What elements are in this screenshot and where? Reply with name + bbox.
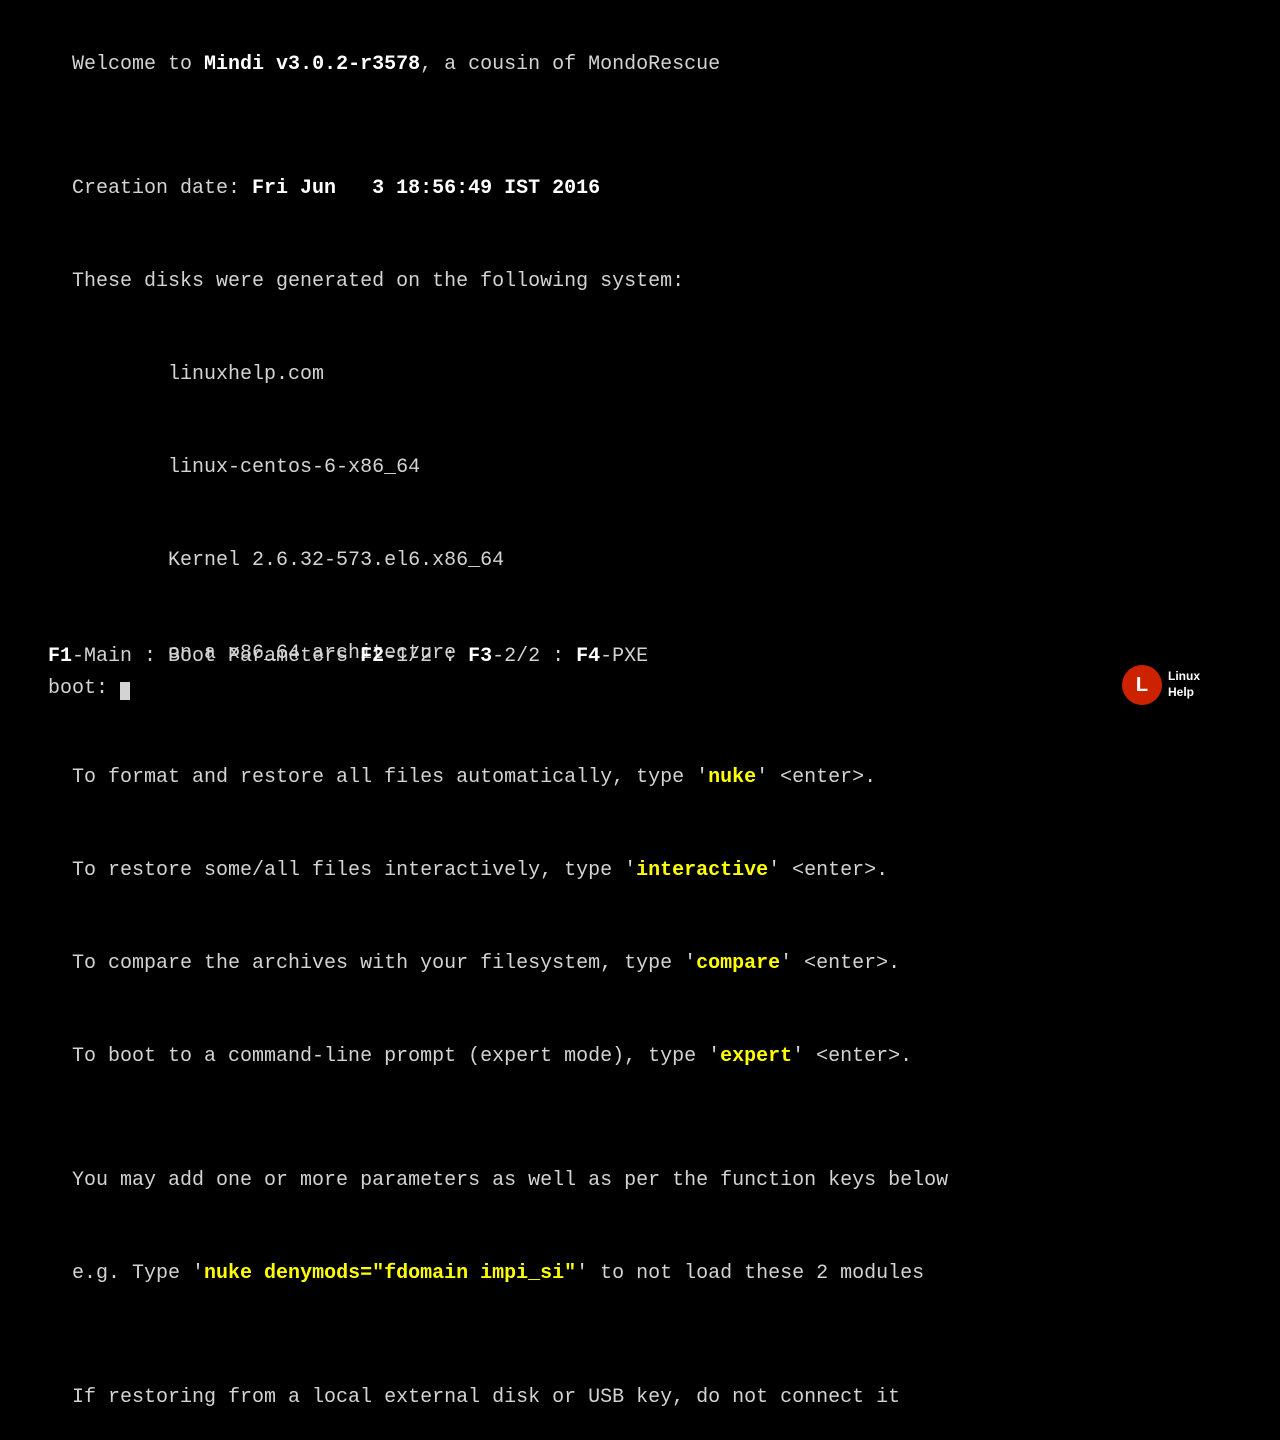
sysinfo-hostname: linux-centos-6-x86_64 bbox=[24, 421, 1256, 514]
svg-text:Linux: Linux bbox=[1168, 669, 1200, 683]
blank-line-1 bbox=[24, 111, 1256, 142]
disks-text: These disks were generated on the follow… bbox=[72, 270, 684, 293]
params-line-1: You may add one or more parameters as we… bbox=[24, 1134, 1256, 1227]
cursor bbox=[120, 682, 130, 700]
blank-line-4 bbox=[24, 1320, 1256, 1351]
f3-label: -2/2 : bbox=[492, 645, 576, 668]
mindi-version: Mindi v3.0.2-r3578 bbox=[204, 53, 420, 76]
blank-line-2 bbox=[24, 700, 1256, 731]
creation-date-line: Creation date: Fri Jun 3 18:56:49 IST 20… bbox=[24, 142, 1256, 235]
sysinfo-kernel: Kernel 2.6.32-573.el6.x86_64 bbox=[24, 514, 1256, 607]
expert-keyword: expert bbox=[720, 1045, 792, 1068]
f4-label: -PXE bbox=[600, 645, 648, 668]
welcome-text-suffix: , a cousin of MondoRescue bbox=[420, 53, 720, 76]
compare-keyword: compare bbox=[696, 952, 780, 975]
cmd-interactive-line: To restore some/all files interactively,… bbox=[24, 824, 1256, 917]
cmd-expert-line: To boot to a command-line prompt (expert… bbox=[24, 1010, 1256, 1103]
blank-line-3 bbox=[24, 1103, 1256, 1134]
nuke-example: nuke denymods="fdomain impi_si" bbox=[204, 1262, 576, 1285]
sysinfo-host: linuxhelp.com bbox=[24, 328, 1256, 421]
creation-value: Fri Jun 3 18:56:49 IST 2016 bbox=[252, 177, 600, 200]
svg-text:Help: Help bbox=[1168, 685, 1194, 699]
svg-text:L: L bbox=[1136, 674, 1148, 696]
welcome-line: Welcome to Mindi v3.0.2-r3578, a cousin … bbox=[24, 18, 1256, 111]
f4-key: F4 bbox=[576, 645, 600, 668]
nuke-keyword: nuke bbox=[708, 766, 756, 789]
cmd-compare-line: To compare the archives with your filesy… bbox=[24, 917, 1256, 1010]
cmd-nuke-line: To format and restore all files automati… bbox=[24, 731, 1256, 824]
interactive-keyword: interactive bbox=[636, 859, 768, 882]
f2-key: F2 bbox=[360, 645, 384, 668]
terminal-screen: Welcome to Mindi v3.0.2-r3578, a cousin … bbox=[0, 0, 1280, 1440]
f2-label: -1/2 : bbox=[384, 645, 468, 668]
creation-label: Creation date: bbox=[72, 177, 252, 200]
boot-prompt-label: boot: bbox=[48, 677, 120, 700]
f3-key: F3 bbox=[468, 645, 492, 668]
welcome-text-prefix: Welcome to bbox=[72, 53, 204, 76]
boot-prompt[interactable]: boot: bbox=[24, 654, 130, 700]
linuxhelp-logo: L Linux Help bbox=[1120, 660, 1260, 710]
params-line-2: e.g. Type 'nuke denymods="fdomain impi_s… bbox=[24, 1227, 1256, 1320]
usb-line-1: If restoring from a local external disk … bbox=[24, 1351, 1256, 1440]
disks-line: These disks were generated on the follow… bbox=[24, 235, 1256, 328]
